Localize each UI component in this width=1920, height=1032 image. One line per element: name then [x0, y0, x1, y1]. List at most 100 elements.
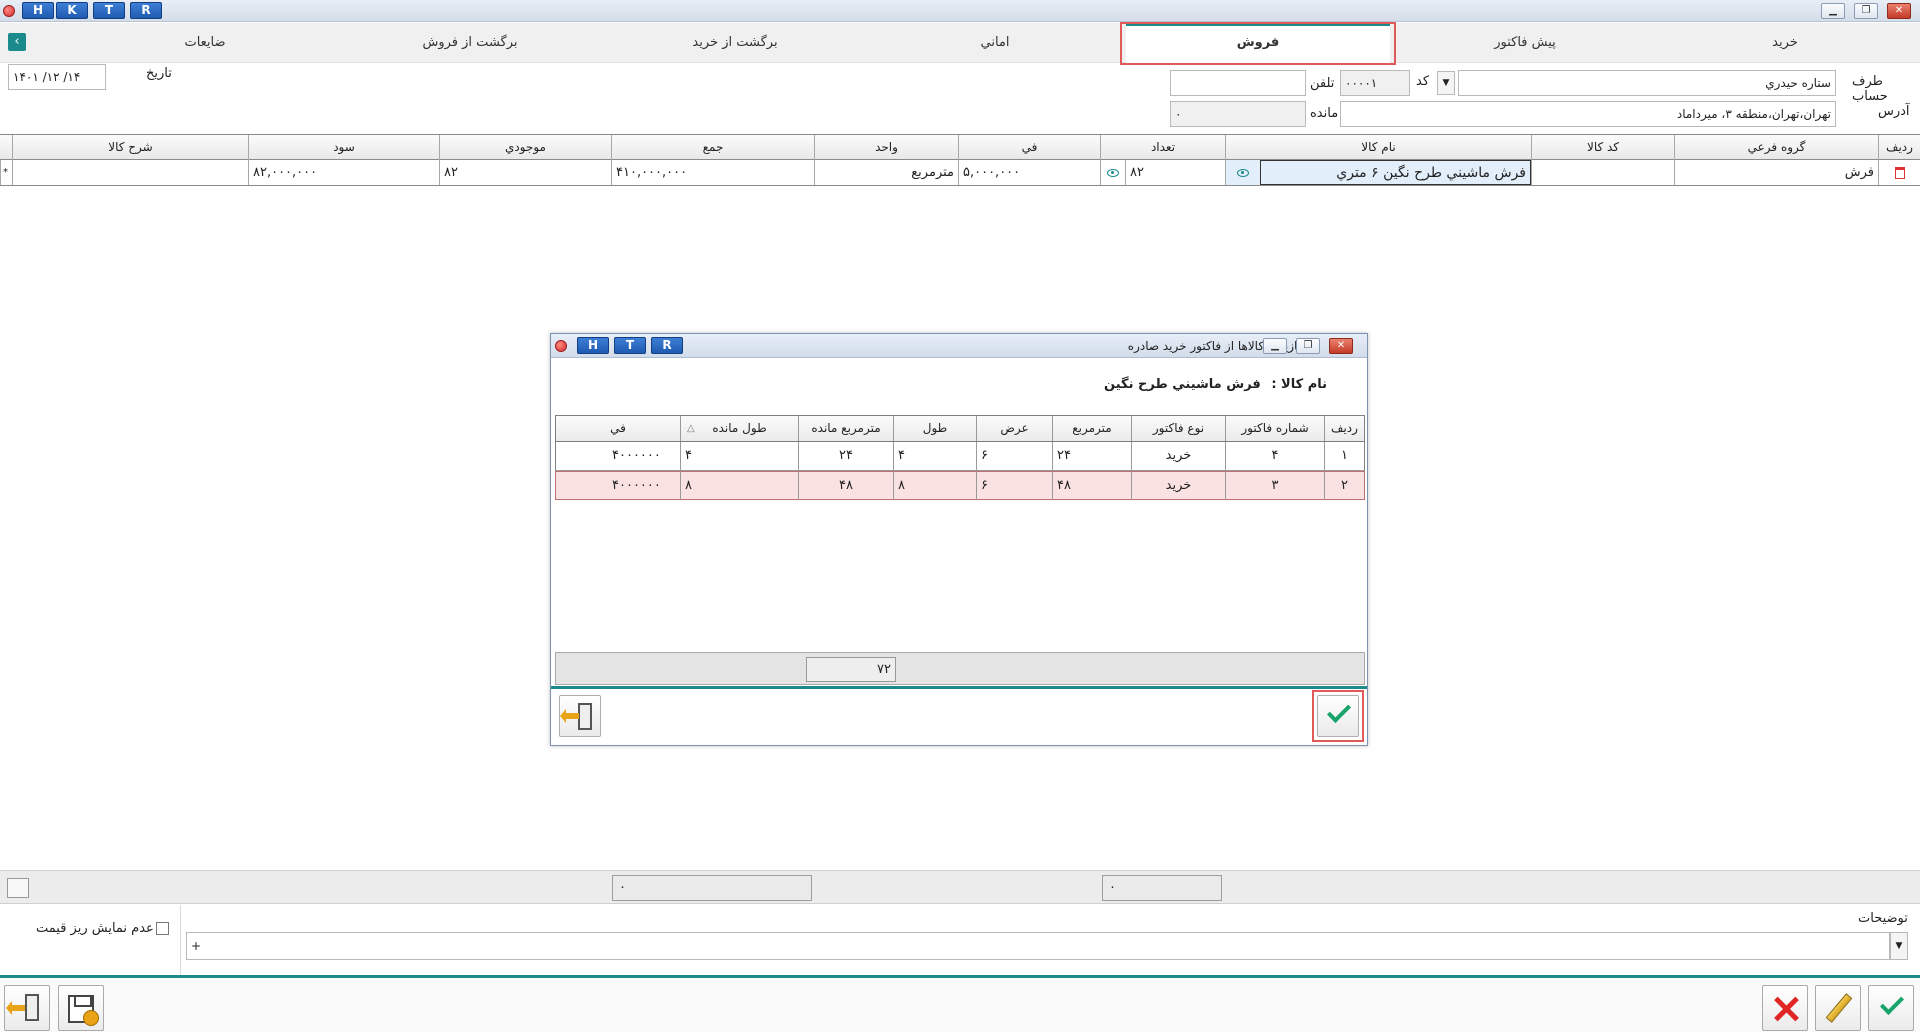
- code-label: کد: [1416, 74, 1430, 89]
- dheader-length-remain[interactable]: طول مانده △: [680, 416, 798, 441]
- cell-qty[interactable]: ۸۲: [1125, 160, 1225, 185]
- header-description[interactable]: شرح کالا: [12, 135, 248, 160]
- address-field[interactable]: تهران،تهران،منطقه ۳، ميرداماد: [1340, 101, 1836, 127]
- dcell-invoice-number[interactable]: ۳: [1225, 472, 1324, 500]
- minimize-icon[interactable]: ▁: [1821, 3, 1845, 19]
- dcell-area-remain[interactable]: ۴۸: [798, 472, 893, 500]
- confirm-button[interactable]: [1868, 985, 1914, 1031]
- dialog-exit-button[interactable]: [559, 695, 601, 737]
- dialog-close-dot-icon[interactable]: [555, 340, 567, 352]
- dcell-price[interactable]: ۴۰۰۰۰۰۰: [556, 472, 680, 500]
- close-dot-icon[interactable]: [3, 5, 15, 17]
- hide-price-checkbox[interactable]: [156, 922, 169, 935]
- dcell-price[interactable]: ۴۰۰۰۰۰۰: [556, 442, 680, 470]
- dialog-t-button[interactable]: T: [614, 337, 646, 354]
- header-stock[interactable]: موجودي: [439, 135, 611, 160]
- dialog-sum-area: ۷۲: [806, 657, 896, 682]
- cell-stock[interactable]: ۸۲: [439, 160, 611, 185]
- header-unit[interactable]: واحد: [814, 135, 958, 160]
- dcell-length-remain[interactable]: ۴: [680, 442, 798, 470]
- delete-row-icon[interactable]: [1878, 160, 1920, 185]
- dcell-length-remain[interactable]: ۸: [680, 472, 798, 500]
- cell-description[interactable]: [12, 160, 248, 185]
- dcell-width[interactable]: ۶: [976, 442, 1052, 470]
- cell-product-name[interactable]: فرش ماشيني طرح نگين ۶ متري: [1260, 160, 1531, 185]
- notes-field[interactable]: +: [186, 932, 1890, 960]
- notes-dropdown-icon[interactable]: ▼: [1890, 932, 1908, 960]
- dcell-invoice-number[interactable]: ۴: [1225, 442, 1324, 470]
- cell-product-code[interactable]: [1531, 160, 1674, 185]
- header-product-code[interactable]: کد کالا: [1531, 135, 1674, 160]
- remain-field[interactable]: ۰: [1170, 101, 1306, 127]
- dcell-area-remain[interactable]: ۲۴: [798, 442, 893, 470]
- exit-button[interactable]: [4, 985, 50, 1031]
- dheader-area-remain[interactable]: مترمربع مانده: [798, 416, 893, 441]
- account-dropdown-icon[interactable]: ▼: [1437, 71, 1455, 95]
- cell-sub-group[interactable]: فرش: [1674, 160, 1878, 185]
- header-sub-group[interactable]: گروه فرعي: [1674, 135, 1878, 160]
- calculator-icon[interactable]: [7, 878, 29, 898]
- dcell-row-number[interactable]: ۲: [1324, 472, 1364, 500]
- r-button[interactable]: R: [130, 2, 162, 19]
- tab-proforma[interactable]: پيش فاکتور: [1405, 23, 1645, 63]
- save-draft-button[interactable]: [58, 985, 104, 1031]
- table-row[interactable]: ۲ ۳ خريد ۴۸ ۶ ۸ ۴۸ ۸ ۴۰۰۰۰۰۰: [555, 471, 1365, 500]
- dialog-restore-icon[interactable]: ❐: [1296, 338, 1320, 354]
- tab-waste[interactable]: ضايعات: [110, 23, 300, 63]
- header-row-number[interactable]: رديف: [1878, 135, 1920, 160]
- close-icon[interactable]: ✕: [1887, 3, 1911, 19]
- remain-label: مانده: [1310, 106, 1339, 121]
- tab-sale-return[interactable]: برگشت از فروش: [355, 23, 585, 63]
- dcell-area[interactable]: ۲۴: [1052, 442, 1131, 470]
- dheader-invoice-type[interactable]: نوع فاکتور: [1131, 416, 1225, 441]
- tab-purchase-return[interactable]: برگشت از خريد: [620, 23, 850, 63]
- header-qty[interactable]: تعداد: [1100, 135, 1225, 160]
- dcell-invoice-type[interactable]: خريد: [1131, 442, 1225, 470]
- cell-unit[interactable]: مترمربع: [814, 160, 958, 185]
- dcell-width[interactable]: ۶: [976, 472, 1052, 500]
- h-button[interactable]: H: [22, 2, 54, 19]
- dcell-length[interactable]: ۴: [893, 442, 976, 470]
- header-price[interactable]: في: [958, 135, 1100, 160]
- date-field[interactable]: ۱۴۰۱ /۱۲ /۱۴: [8, 64, 106, 90]
- dheader-row-number[interactable]: رديف: [1324, 416, 1364, 441]
- dialog-r-button[interactable]: R: [651, 337, 683, 354]
- k-button[interactable]: K: [56, 2, 88, 19]
- cell-total[interactable]: ۴۱۰,۰۰۰,۰۰۰: [611, 160, 814, 185]
- dialog-close-icon[interactable]: ✕: [1329, 338, 1353, 354]
- dialog-h-button[interactable]: H: [577, 337, 609, 354]
- dcell-length[interactable]: ۸: [893, 472, 976, 500]
- dialog-titlebar: H T R بازيابي کالاها از فاکتور خريد صادر…: [551, 334, 1367, 358]
- restore-icon[interactable]: ❐: [1854, 3, 1878, 19]
- dheader-area[interactable]: مترمربع: [1052, 416, 1131, 441]
- cell-profit[interactable]: ۸۲,۰۰۰,۰۰۰: [248, 160, 439, 185]
- table-row[interactable]: فرش فرش ماشيني طرح نگين ۶ متري ۸۲ ۵,۰۰۰,…: [0, 160, 1920, 186]
- tab-purchase[interactable]: خريد: [1670, 23, 1900, 63]
- code-field[interactable]: ۰۰۰۰۱: [1340, 70, 1410, 96]
- dcell-area[interactable]: ۴۸: [1052, 472, 1131, 500]
- dcell-row-number[interactable]: ۱: [1324, 442, 1364, 470]
- cell-price[interactable]: ۵,۰۰۰,۰۰۰: [958, 160, 1100, 185]
- dialog-confirm-button[interactable]: [1317, 695, 1359, 737]
- exit-arrow-icon: [560, 709, 579, 723]
- t-button[interactable]: T: [93, 2, 125, 19]
- header-total[interactable]: جمع: [611, 135, 814, 160]
- dcell-invoice-type[interactable]: خريد: [1131, 472, 1225, 500]
- dheader-invoice-number[interactable]: شماره فاکتور: [1225, 416, 1324, 441]
- header-profit[interactable]: سود: [248, 135, 439, 160]
- dheader-price[interactable]: في: [556, 416, 680, 441]
- tab-sale[interactable]: فروش: [1126, 23, 1390, 63]
- table-row[interactable]: ۱ ۴ خريد ۲۴ ۶ ۴ ۲۴ ۴ ۴۰۰۰۰۰۰: [555, 442, 1365, 471]
- tab-scroll-icon[interactable]: ‹: [8, 33, 26, 51]
- phone-field[interactable]: [1170, 70, 1306, 96]
- product-view-eye-icon[interactable]: [1225, 160, 1260, 185]
- tab-consignment[interactable]: اماني: [880, 23, 1110, 63]
- cancel-button[interactable]: [1762, 985, 1808, 1031]
- account-field[interactable]: ستاره حيدري: [1458, 70, 1836, 96]
- dheader-width[interactable]: عرض: [976, 416, 1052, 441]
- dheader-length[interactable]: طول: [893, 416, 976, 441]
- qty-view-eye-icon[interactable]: [1100, 160, 1125, 185]
- dialog-minimize-icon[interactable]: ▁: [1263, 338, 1287, 354]
- header-product-name[interactable]: نام کالا: [1225, 135, 1531, 160]
- edit-button[interactable]: [1815, 985, 1861, 1031]
